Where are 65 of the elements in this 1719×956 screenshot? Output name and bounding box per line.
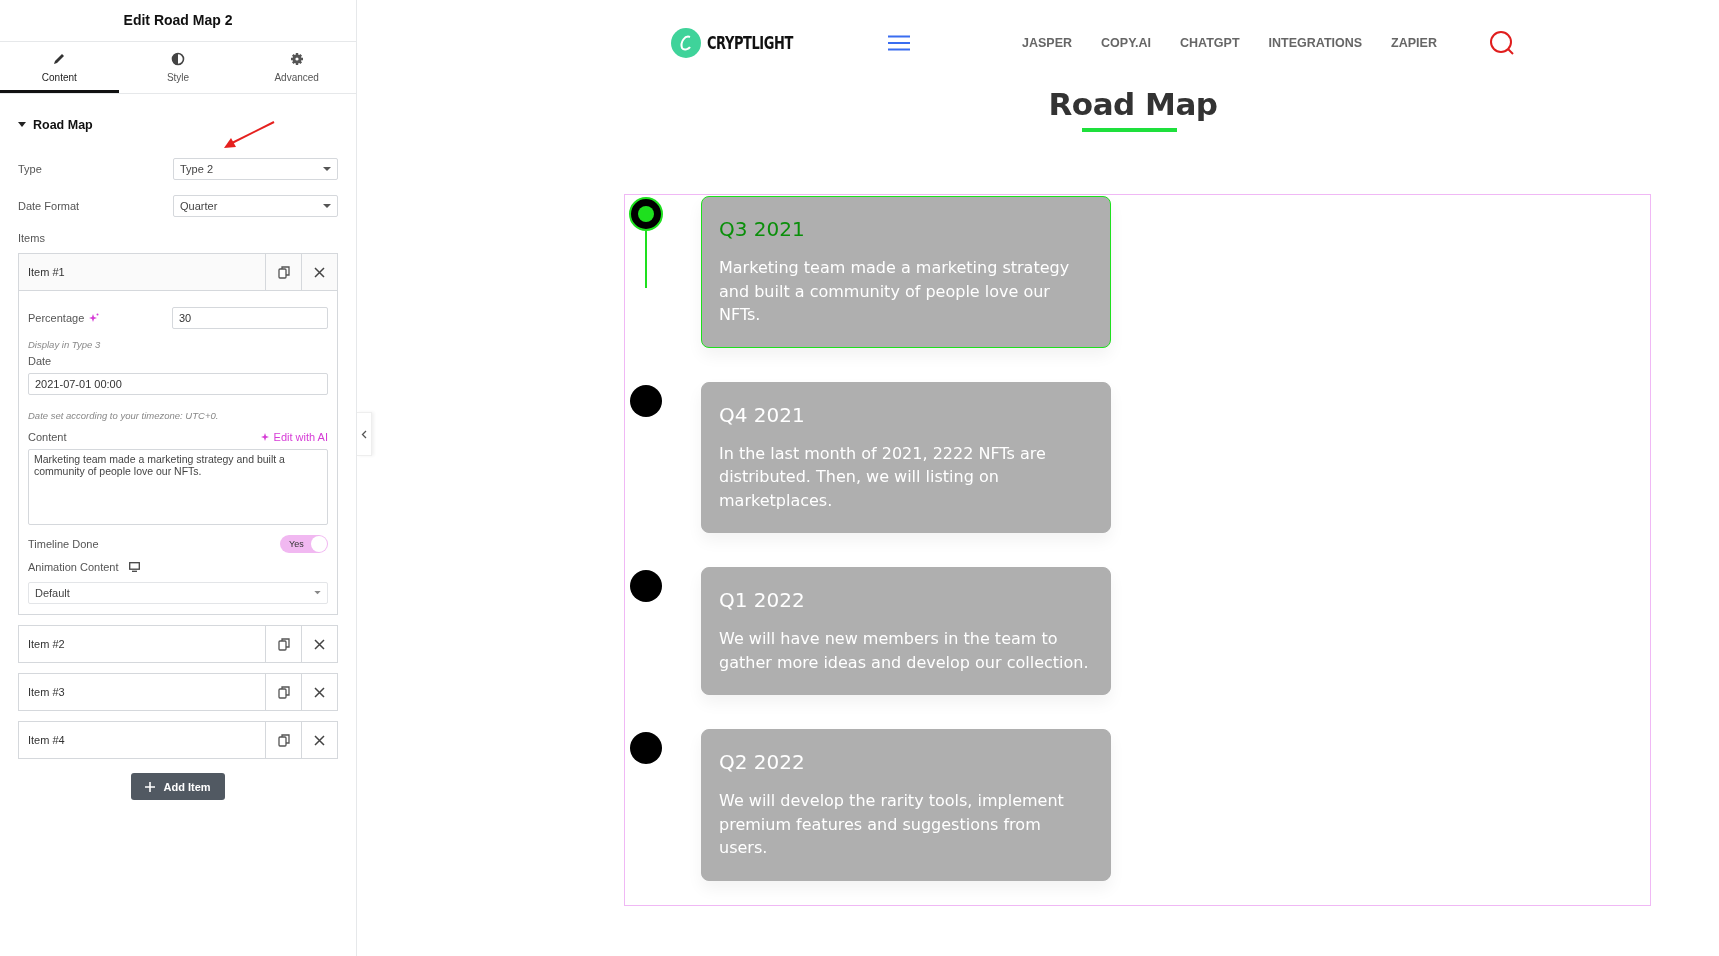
field-label: Content [28, 431, 67, 443]
nav-link[interactable]: CHATGPT [1180, 36, 1240, 50]
field-label: Timeline Done [28, 538, 99, 550]
field-hint: Display in Type 3 [28, 339, 102, 350]
chevron-left-icon[interactable] [361, 429, 367, 439]
arrow-annotation-icon [222, 120, 276, 150]
nav-link[interactable]: INTEGRATIONS [1268, 36, 1363, 50]
duplicate-icon[interactable] [277, 733, 290, 747]
contrast-icon[interactable] [171, 52, 185, 66]
content-textarea[interactable]: Marketing team made a marketing strategy and built a community of people love our NFTs. [28, 449, 328, 525]
card-date: Q1 2022 [719, 588, 806, 612]
items-label: Items [18, 232, 46, 244]
panel-title: Edit Road Map 2 [0, 0, 356, 42]
caret-icon[interactable] [18, 122, 26, 128]
dropdown-caret-icon[interactable] [323, 166, 331, 172]
tab[interactable]: Advanced [237, 42, 356, 93]
field-label: Percentage [28, 312, 85, 324]
menu-icon[interactable] [888, 35, 910, 51]
nav-link[interactable]: COPY.AI [1101, 36, 1152, 50]
item-title[interactable]: Item #3 [19, 674, 265, 710]
card-date: Q2 2022 [719, 750, 806, 774]
tab[interactable]: Style [118, 42, 238, 93]
dropdown-caret-icon[interactable] [323, 203, 331, 209]
toggle-switch[interactable]: Yes [280, 535, 328, 553]
close-icon[interactable] [314, 638, 325, 650]
card-text: In the last month of 2021, 2222 NFTs are distributed. Then, we will listing on marketplaces. [719, 442, 1047, 512]
date-format-select[interactable]: Quarter [173, 195, 338, 217]
close-icon[interactable] [314, 686, 325, 698]
close-icon[interactable] [314, 734, 325, 746]
field-hint: Date set according to your timezone: UTC+0. [28, 410, 220, 421]
field-label: Animation Content [28, 561, 119, 573]
pencil-icon[interactable] [52, 52, 67, 66]
close-icon[interactable] [314, 266, 325, 278]
nav-link[interactable]: JASPER [1022, 36, 1073, 50]
item-title[interactable]: Item #2 [19, 626, 265, 662]
card-date: Q3 2021 [719, 217, 806, 241]
card-date: Q4 2021 [719, 402, 806, 427]
field-label: Date Format [18, 200, 80, 212]
duplicate-icon[interactable] [277, 685, 290, 699]
field-label: Date [28, 355, 53, 367]
edit-with-ai-link[interactable]: Edit with AI [273, 431, 328, 443]
percentage-input[interactable]: 30 [172, 307, 328, 329]
logo-text[interactable]: CRYPTLIGHT [707, 33, 793, 53]
nav-link[interactable]: ZAPIER [1391, 36, 1437, 50]
type-select[interactable]: Type 2 [173, 158, 338, 180]
tab[interactable]: Content [0, 42, 119, 93]
duplicate-icon[interactable] [277, 637, 290, 651]
page-heading: Road Map [1048, 86, 1218, 122]
sparkle-icon[interactable] [260, 432, 271, 442]
section-title: Road Map [33, 118, 93, 132]
animation-select[interactable]: Default [28, 582, 328, 604]
desktop-icon[interactable] [128, 562, 140, 572]
card-text: We will develop the rarity tools, implement premium features and suggestions from users. [719, 790, 1065, 859]
settings-icon[interactable] [289, 52, 304, 66]
duplicate-icon[interactable] [277, 265, 290, 279]
search-icon[interactable] [1489, 30, 1515, 56]
field-label: Type [18, 163, 42, 175]
card-text: Marketing team made a marketing strategy and built a community of people love our NFTs. [719, 257, 1071, 326]
item-title[interactable]: Item #4 [19, 722, 265, 758]
sparkle-icon[interactable] [89, 313, 100, 323]
card-text: We will have new members in the team to gather more ideas and develop our collection. [719, 628, 1090, 674]
plus-icon [145, 781, 156, 792]
dropdown-caret-icon[interactable] [314, 591, 321, 595]
date-input[interactable]: 2021-07-01 00:00 [28, 373, 328, 395]
add-item-button[interactable]: Add Item [131, 773, 225, 800]
